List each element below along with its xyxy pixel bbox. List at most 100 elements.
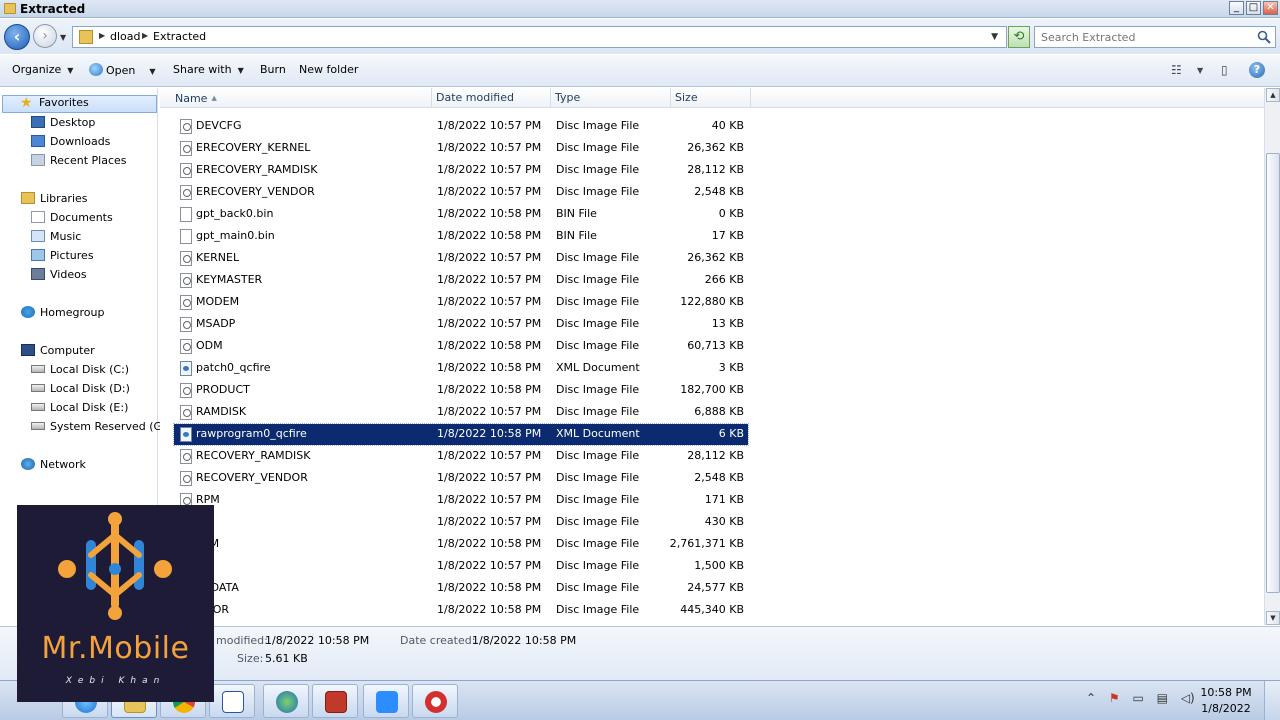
file-row[interactable]: PRODUCT 1/8/2022 10:58 PM Disc Image File 1… [174,380,748,401]
scroll-down-button[interactable]: ▼ [1266,611,1280,625]
file-type: Disc Image File [556,449,640,462]
nav-libraries[interactable]: Libraries [21,192,88,210]
file-row[interactable]: gpt_back0.bin 1/8/2022 10:58 PM BIN File 0 … [174,204,748,225]
toolbox-icon[interactable] [312,684,358,718]
refresh-button[interactable]: ⟲ [1008,26,1030,48]
word-icon[interactable] [209,684,255,718]
nav-videos[interactable]: Videos [31,268,87,286]
idm-icon[interactable] [263,684,309,718]
file-row[interactable]: MSADP 1/8/2022 10:57 PM Disc Image File 13 … [174,314,748,335]
column-header-date-modified[interactable]: Date modified [432,88,551,108]
back-button[interactable]: ‹ [4,24,30,50]
nav-label: Local Disk (D:) [50,382,130,395]
file-date-modified: 1/8/2022 10:58 PM [437,581,542,594]
breadcrumb-separator-icon[interactable]: ▶ [142,31,148,40]
nav-downloads[interactable]: Downloads [31,135,110,153]
maximize-button[interactable]: □ [1246,1,1261,15]
address-bar[interactable]: ▶ dload ▶ Extracted ▼ [72,26,1007,48]
organize-menu[interactable]: Organize ▼ [12,63,73,76]
minimize-button[interactable]: _ [1229,1,1244,15]
column-header-name[interactable]: Name ▲ [170,88,432,108]
breadcrumb-dload[interactable]: dload [110,30,141,43]
volume-icon[interactable]: ◁) [1181,691,1195,705]
search-icon[interactable] [1257,30,1271,44]
breadcrumb-separator-icon[interactable]: ▶ [99,31,105,40]
scroll-up-button[interactable]: ▲ [1266,88,1280,102]
search-input[interactable] [1041,29,1251,45]
address-dropdown-icon[interactable]: ▼ [991,32,998,42]
nav-pictures[interactable]: Pictures [31,249,94,267]
drive-icon [31,365,45,373]
share-with-menu[interactable]: Share with ▼ [173,63,244,76]
file-row[interactable]: RECOVERY_VENDOR 1/8/2022 10:57 PM Disc Ima… [174,468,748,489]
open-button[interactable]: Open ▼ [89,63,156,77]
file-row[interactable]: MODEM 1/8/2022 10:57 PM Disc Image File 122… [174,292,748,313]
file-row[interactable]: DEVCFG 1/8/2022 10:57 PM Disc Image File 40… [174,116,748,137]
file-row[interactable]: ERDATA 1/8/2022 10:58 PM Disc Image File 24… [174,578,748,599]
vertical-scrollbar[interactable]: ▲ ▼ [1264,88,1280,625]
file-date-modified: 1/8/2022 10:57 PM [437,163,542,176]
file-size: 0 KB [718,207,744,220]
file-row[interactable]: patch0_qcfire 1/8/2022 10:58 PM XML Docume… [174,358,748,379]
recent-pages-dropdown[interactable]: ▼ [60,33,66,42]
nav-drive-d[interactable]: Local Disk (D:) [31,382,130,400]
scroll-thumb[interactable] [1266,153,1280,593]
drive-icon [31,422,45,430]
file-size: 171 KB [704,493,744,506]
nav-network[interactable]: Network [21,458,86,476]
forward-button[interactable]: › [33,24,57,48]
file-row[interactable]: ERECOVERY_KERNEL 1/8/2022 10:57 PM Disc Im… [174,138,748,159]
column-header-size[interactable]: Size [671,88,751,108]
watermark-subtitle: Xebi Khan [65,676,166,686]
clock[interactable]: 10:58 PM 1/8/2022 [1196,685,1256,717]
show-hidden-icons-icon[interactable]: ⌃ [1086,691,1096,705]
file-date-modified: 1/8/2022 10:58 PM [437,427,542,440]
share-with-label: Share with [173,63,232,76]
nav-documents[interactable]: Documents [31,211,113,229]
new-folder-button[interactable]: New folder [299,63,358,76]
help-button[interactable]: ? [1249,62,1265,78]
column-header-type[interactable]: Type [551,88,671,108]
burn-button[interactable]: Burn [260,63,286,76]
file-size: 6 KB [718,427,744,440]
file-row[interactable]: RAMDISK 1/8/2022 10:57 PM Disc Image File 6… [174,402,748,423]
file-row[interactable]: TEM1/8/2022 10:58 PMDisc Image File2,761… [174,534,748,555]
nav-desktop[interactable]: Desktop [31,116,95,134]
nav-music[interactable]: Music [31,230,81,248]
breadcrumb-extracted[interactable]: Extracted [153,30,206,43]
nav-drive-g[interactable]: System Reserved (G:) [31,420,170,438]
file-date-modified: 1/8/2022 10:58 PM [437,537,542,550]
file-row[interactable]: RECOVERY_RAMDISK 1/8/2022 10:57 PM Disc Im… [174,446,748,467]
zoom-icon[interactable] [363,684,409,718]
file-row[interactable]: ERECOVERY_VENDOR 1/8/2022 10:57 PM Disc Im… [174,182,748,203]
action-center-icon[interactable]: ⚑ [1109,691,1120,705]
file-row[interactable]: ERECOVERY_RAMDISK 1/8/2022 10:57 PM Disc I… [174,160,748,181]
preview-pane-icon[interactable]: ▯ [1221,63,1228,77]
nav-favorites[interactable]: ★ Favorites [2,95,157,113]
change-view-icon[interactable]: ☷ [1171,63,1182,77]
chevron-down-icon[interactable]: ▼ [149,67,155,76]
snapdragon-icon[interactable] [412,684,458,718]
file-size: 182,700 KB [680,383,744,396]
file-row[interactable]: NDOR1/8/2022 10:58 PMDisc Image File445,… [174,600,748,621]
file-row[interactable]: rawprogram0_qcfire 1/8/2022 10:58 PM XML D… [173,423,749,446]
power-icon[interactable]: ▭ [1132,691,1143,705]
nav-drive-e[interactable]: Local Disk (E:) [31,401,128,419]
nav-recent-places[interactable]: Recent Places [31,154,127,172]
network-status-icon[interactable]: ▤ [1157,691,1168,705]
file-row[interactable]: RPM 1/8/2022 10:57 PM Disc Image File 171 K… [174,490,748,511]
file-row[interactable]: 1/8/2022 10:57 PM Disc Image File 1,500 KB [174,556,748,577]
nav-drive-c[interactable]: Local Disk (C:) [31,363,129,381]
nav-homegroup[interactable]: Homegroup [21,306,104,324]
search-box[interactable] [1034,26,1276,48]
file-row[interactable]: gpt_main0.bin 1/8/2022 10:58 PM BIN File 17… [174,226,748,247]
close-button[interactable]: ✕ [1263,1,1278,15]
file-row[interactable]: ODM 1/8/2022 10:58 PM Disc Image File 60,71… [174,336,748,357]
show-desktop-button[interactable] [1264,681,1280,720]
file-row[interactable]: KEYMASTER 1/8/2022 10:57 PM Disc Image Fil… [174,270,748,291]
file-row[interactable]: 11/8/2022 10:57 PMDisc Image File430 KB [174,512,748,533]
nav-computer[interactable]: Computer [21,344,95,362]
file-row[interactable]: KERNEL 1/8/2022 10:57 PM Disc Image File 26… [174,248,748,269]
view-options-dropdown[interactable]: ▼ [1197,66,1203,75]
homegroup-icon [21,306,35,318]
